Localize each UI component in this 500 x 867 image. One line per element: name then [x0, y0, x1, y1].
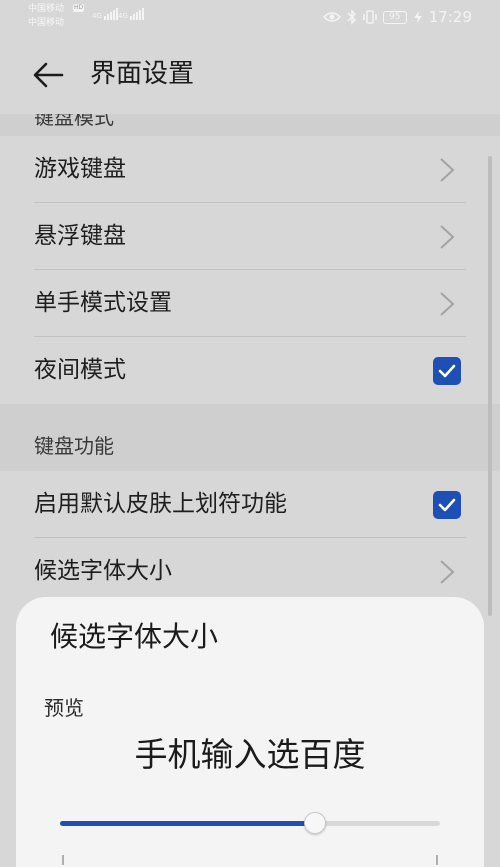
chevron-right-icon	[440, 225, 455, 249]
charging-icon	[413, 11, 422, 23]
signal-icon-2: 4G	[118, 8, 144, 20]
preview-text: 手机输入选百度	[134, 735, 366, 774]
setting-row-swipe-symbols[interactable]: 启用默认皮肤上划符功能	[0, 471, 500, 538]
setting-label: 游戏键盘	[34, 156, 126, 182]
signal-icon-1: 4G	[92, 8, 118, 20]
setting-label: 启用默认皮肤上划符功能	[34, 491, 287, 517]
app-header: 界面设置	[0, 36, 500, 114]
page-title: 界面设置	[90, 59, 195, 89]
chevron-right-icon	[440, 158, 455, 182]
arrow-left-icon[interactable]	[32, 58, 66, 92]
setting-row-night-mode[interactable]: 夜间模式	[0, 337, 500, 404]
slider-fill	[60, 821, 315, 826]
setting-row-game-keyboard[interactable]: 游戏键盘	[0, 136, 500, 203]
setting-row-candidate-font-size[interactable]: 候选字体大小	[0, 538, 500, 605]
checkmark-icon	[438, 364, 456, 378]
scrollbar[interactable]	[488, 156, 492, 616]
font-size-dialog: 候选字体大小 预览 手机输入选百度	[16, 597, 484, 867]
font-size-slider[interactable]	[60, 812, 440, 834]
hd-badge: HD	[73, 4, 85, 12]
setting-label: 候选字体大小	[34, 558, 172, 584]
carrier-1: 中国移动	[28, 4, 65, 14]
slider-max-tick-icon	[436, 855, 438, 865]
status-icons: 95 17:29	[322, 8, 472, 26]
setting-label: 悬浮键盘	[34, 223, 126, 249]
checkmark-icon	[438, 498, 456, 512]
chevron-right-icon	[440, 560, 455, 584]
clock: 17:29	[428, 8, 472, 26]
setting-label: 单手模式设置	[34, 290, 172, 316]
chevron-right-icon	[440, 292, 455, 316]
setting-row-floating-keyboard[interactable]: 悬浮键盘	[0, 203, 500, 270]
preview-label: 预览	[44, 696, 84, 720]
carrier-2: 中国移动	[28, 18, 65, 28]
slider-thumb[interactable]	[303, 812, 326, 834]
section-header-keyboard-mode: 键盘模式	[0, 114, 500, 136]
slider-min-tick-icon	[62, 855, 64, 865]
bluetooth-icon	[347, 9, 356, 25]
status-bar: 中国移动 中国移动 HD 4G 4G 95 17:29	[0, 0, 500, 36]
section-header-keyboard-functions: 键盘功能	[0, 404, 500, 471]
dialog-title: 候选字体大小	[50, 620, 219, 653]
setting-label: 夜间模式	[34, 357, 126, 383]
setting-row-one-hand-mode[interactable]: 单手模式设置	[0, 270, 500, 337]
swipe-symbols-checkbox[interactable]	[433, 491, 461, 519]
eye-icon	[322, 12, 341, 22]
settings-list: 键盘模式 游戏键盘 悬浮键盘 单手模式设置 夜间模式 键盘功能 启用默认皮肤上划…	[0, 114, 500, 605]
battery-icon: 95	[382, 10, 407, 24]
night-mode-checkbox[interactable]	[433, 357, 461, 385]
vibrate-icon	[363, 10, 377, 24]
